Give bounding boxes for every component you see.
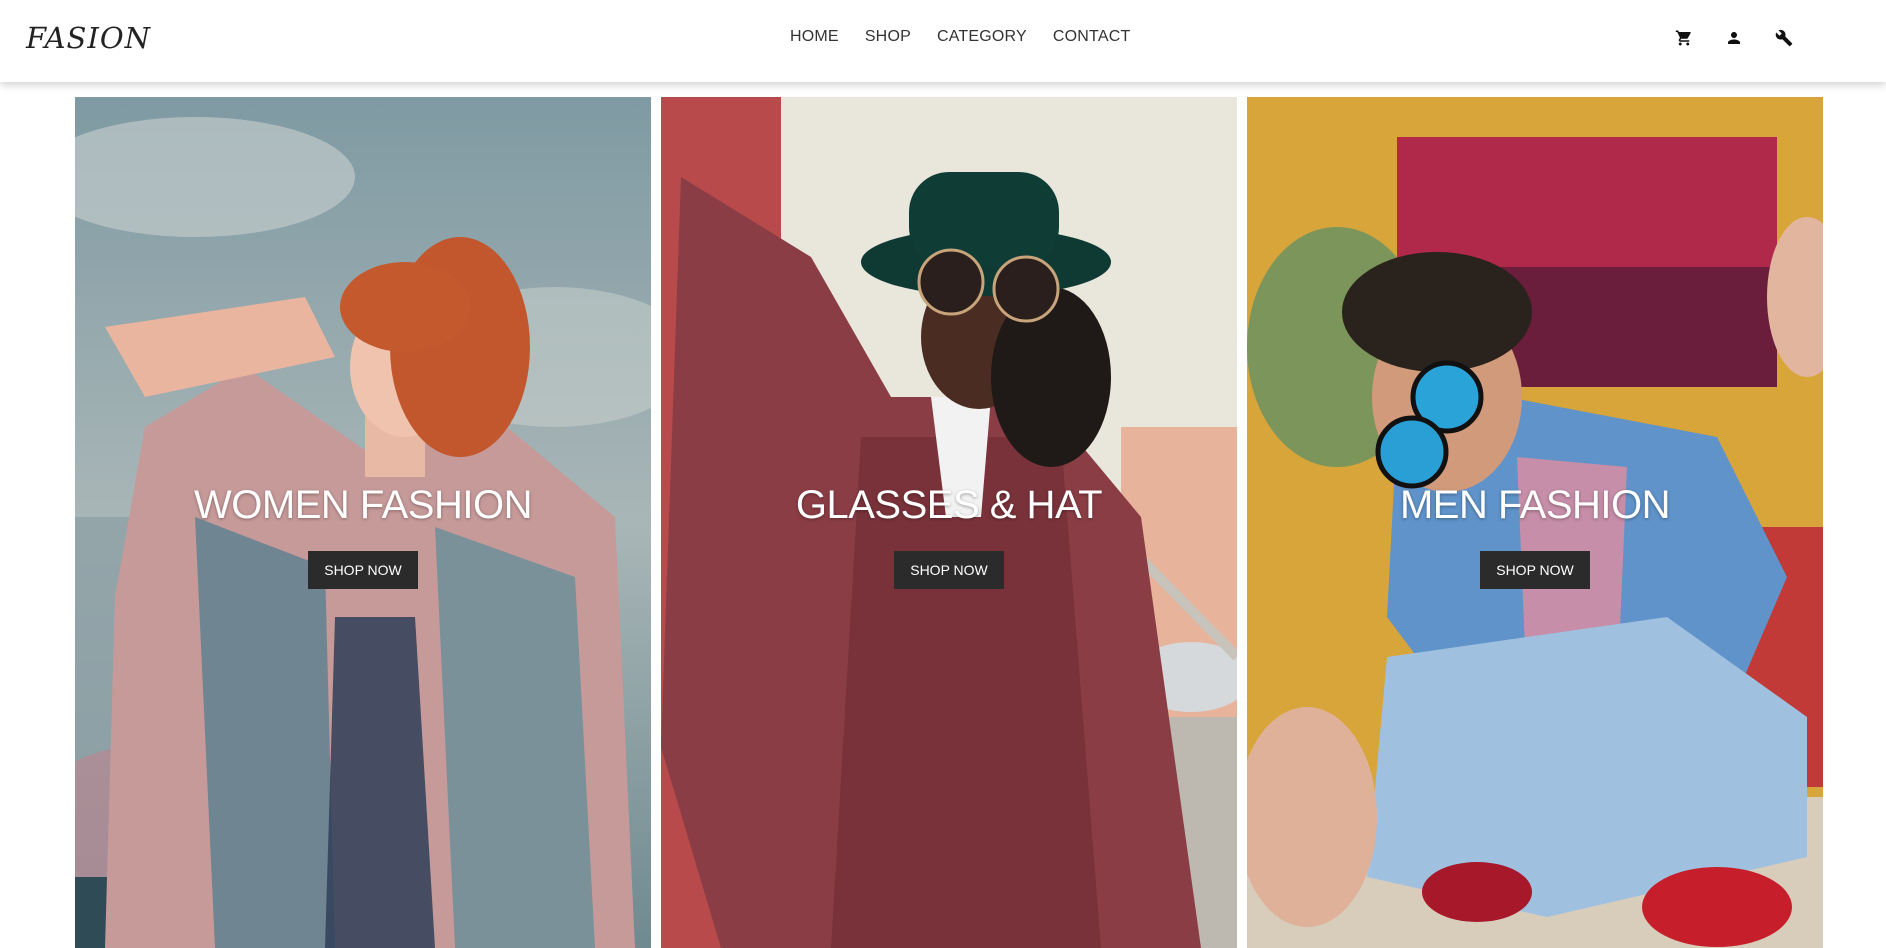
nav-home-link[interactable]: HOME	[790, 26, 839, 48]
glasses-hat-card[interactable]: GLASSES & HAT SHOP NOW	[661, 97, 1237, 948]
user-icon[interactable]	[1722, 26, 1746, 50]
shop-now-button[interactable]: SHOP NOW	[894, 551, 1004, 589]
women-fashion-card[interactable]: WOMEN FASHION SHOP NOW	[75, 97, 651, 948]
shop-now-button[interactable]: SHOP NOW	[308, 551, 418, 589]
brand-logo[interactable]: FASION	[26, 18, 151, 58]
nav-shop-link[interactable]: SHOP	[865, 26, 911, 48]
category-cards: WOMEN FASHION SHOP NOW GLASSES & HAT SHO…	[75, 97, 1825, 948]
header-actions	[1672, 26, 1796, 50]
men-fashion-card[interactable]: MEN FASHION SHOP NOW	[1247, 97, 1823, 948]
men-fashion-overlay: MEN FASHION SHOP NOW	[1247, 479, 1823, 589]
card-title: GLASSES & HAT	[795, 483, 1103, 527]
nav-contact-link[interactable]: CONTACT	[1053, 26, 1131, 48]
nav-category-link[interactable]: CATEGORY	[937, 26, 1027, 48]
main-menu: HOME SHOP CATEGORY CONTACT	[790, 26, 1130, 48]
card-title: MEN FASHION	[1399, 483, 1671, 527]
wrench-icon[interactable]	[1772, 26, 1796, 50]
glasses-hat-overlay: GLASSES & HAT SHOP NOW	[661, 479, 1237, 589]
navbar: FASION HOME SHOP CATEGORY CONTACT	[0, 0, 1886, 82]
cart-icon[interactable]	[1672, 26, 1696, 50]
shop-now-button[interactable]: SHOP NOW	[1480, 551, 1590, 589]
card-title: WOMEN FASHION	[194, 483, 532, 527]
women-fashion-overlay: WOMEN FASHION SHOP NOW	[75, 479, 651, 589]
